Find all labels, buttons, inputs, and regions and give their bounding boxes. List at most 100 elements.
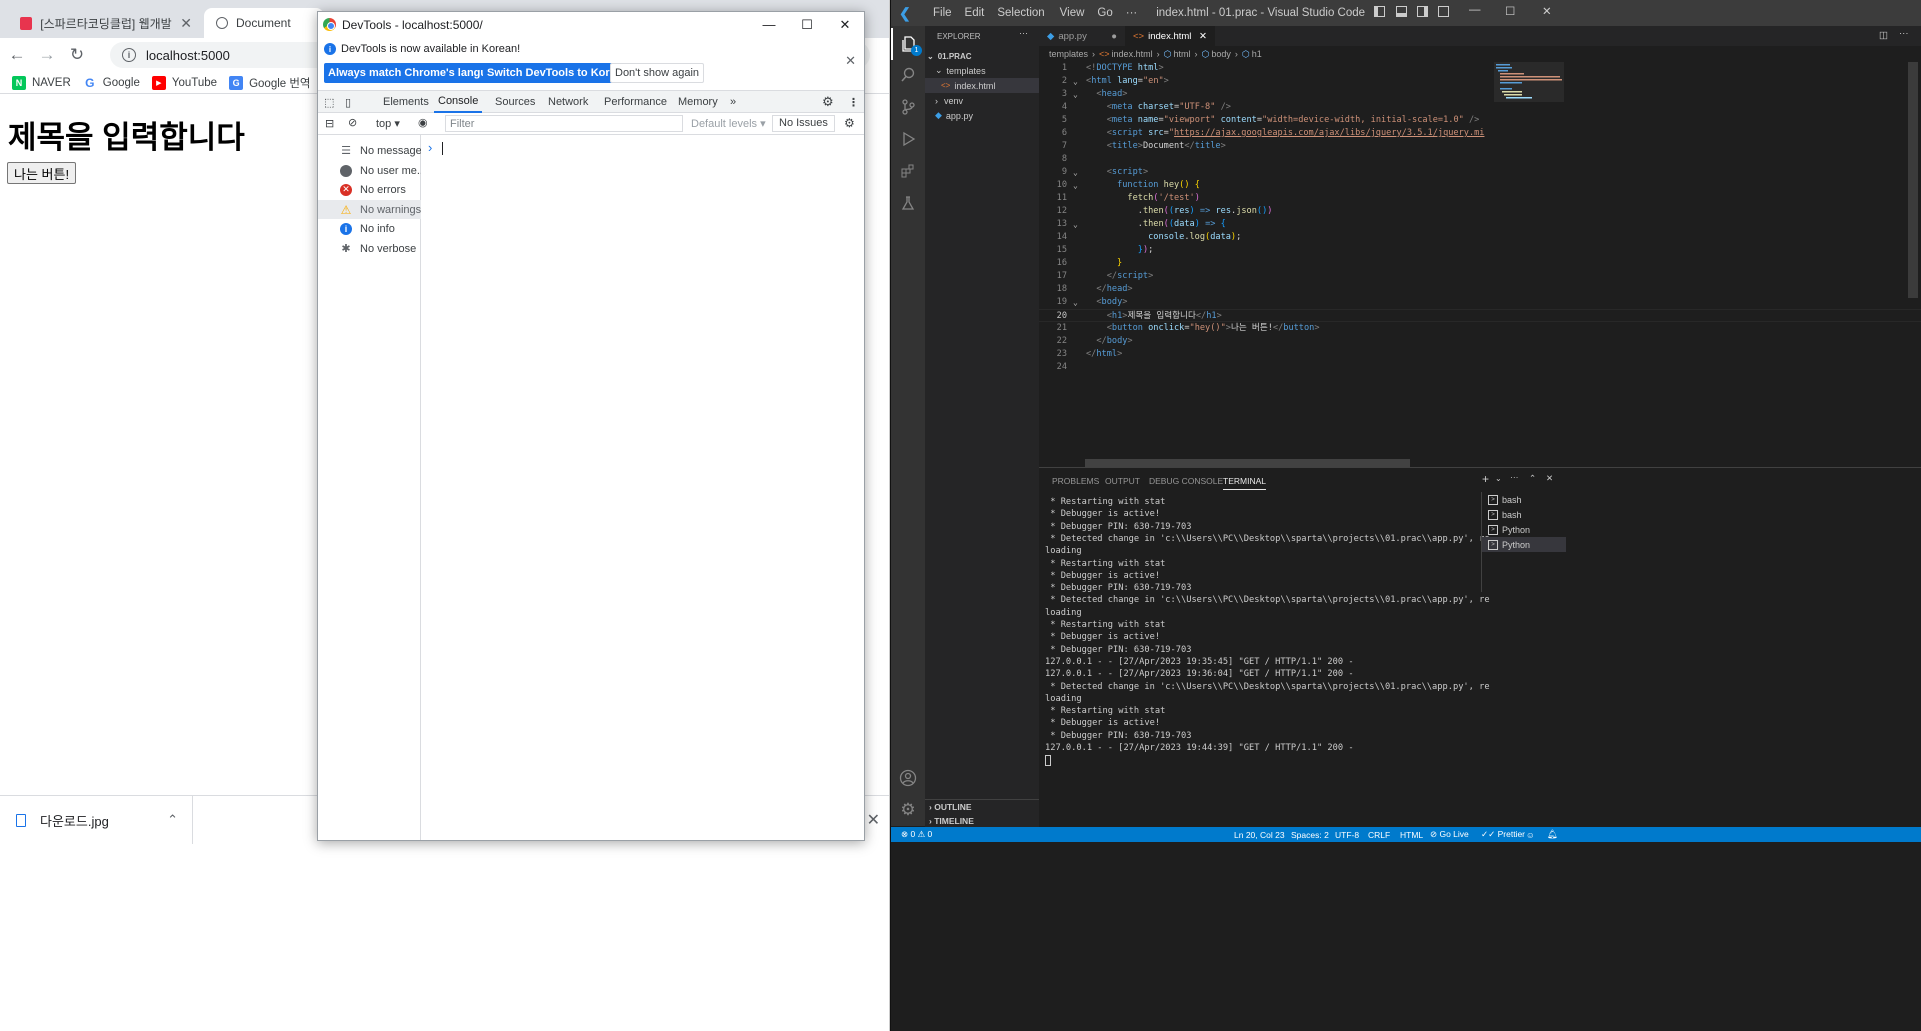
infobar-close-icon[interactable]: ✕ bbox=[845, 53, 856, 69]
toggle-secondary-sidebar-icon[interactable] bbox=[1417, 6, 1428, 17]
tab-close-icon[interactable]: ✕ bbox=[1199, 31, 1207, 42]
explorer-item-templates[interactable]: ⌄ templates bbox=[925, 63, 1039, 78]
explorer-item-venv[interactable]: › venv bbox=[925, 93, 1039, 108]
breadcrumb-item[interactable]: body bbox=[1211, 49, 1231, 59]
live-expression-eye-icon[interactable]: ◉ bbox=[418, 116, 428, 129]
terminal-item-bash[interactable]: > bash bbox=[1482, 492, 1566, 507]
console-settings-gear-icon[interactable]: ⚙ bbox=[844, 116, 855, 130]
close-window-icon[interactable]: ✕ bbox=[1542, 4, 1552, 18]
sidebar-item-verbose[interactable]: ✱ No verbose bbox=[318, 239, 421, 258]
device-toolbar-icon[interactable]: ▯ bbox=[345, 91, 351, 113]
tab-close-icon[interactable]: ✕ bbox=[172, 15, 192, 32]
breadcrumb-item[interactable]: h1 bbox=[1252, 49, 1262, 59]
clear-console-icon[interactable]: ⊘ bbox=[348, 116, 357, 129]
context-selector[interactable]: top ▾ bbox=[376, 117, 400, 130]
tab-memory[interactable]: Memory bbox=[678, 91, 718, 113]
more-tabs-icon[interactable]: » bbox=[730, 91, 736, 113]
minimize-icon[interactable]: — bbox=[750, 12, 788, 37]
tab-sources[interactable]: Sources bbox=[495, 91, 535, 113]
editor-tab-app-py[interactable]: ◆ app.py ● bbox=[1039, 26, 1125, 46]
explorer-root-folder[interactable]: ⌄ 01.PRAC bbox=[925, 49, 1039, 64]
sidebar-item-warnings[interactable]: ⚠ No warnings bbox=[318, 200, 421, 219]
reload-icon[interactable]: ↻ bbox=[64, 42, 90, 68]
manage-gear-icon[interactable]: ⚙ bbox=[891, 794, 925, 826]
customize-layout-icon[interactable] bbox=[1438, 6, 1449, 17]
console-output[interactable]: › bbox=[422, 135, 864, 840]
status-go-live[interactable]: ⊘ Go Live bbox=[1430, 827, 1469, 842]
sidebar-toggle-icon[interactable]: ⊟ bbox=[325, 117, 334, 130]
close-panel-icon[interactable]: ✕ bbox=[1546, 473, 1553, 484]
outline-header[interactable]: › OUTLINE bbox=[929, 802, 972, 812]
editor-more-icon[interactable]: ··· bbox=[1899, 28, 1909, 39]
editor-vertical-scrollbar[interactable] bbox=[1908, 62, 1918, 298]
testing-flask-icon[interactable] bbox=[891, 187, 925, 219]
search-icon[interactable] bbox=[891, 59, 925, 91]
site-info-icon[interactable]: i bbox=[122, 48, 136, 62]
log-levels-dropdown[interactable]: Default levels ▾ bbox=[691, 117, 766, 130]
status-encoding[interactable]: UTF-8 bbox=[1335, 827, 1359, 842]
panel-tab-debug-console[interactable]: DEBUG CONSOLE bbox=[1149, 476, 1223, 486]
tab-elements[interactable]: Elements bbox=[383, 91, 429, 113]
forward-arrow-icon[interactable]: → bbox=[34, 42, 60, 68]
new-terminal-plus-icon[interactable]: + bbox=[1482, 472, 1489, 486]
source-control-icon[interactable] bbox=[891, 91, 925, 123]
chrome-tab-sparta[interactable]: [스파르타코딩클럽] 웹개발 종합 ✕ bbox=[8, 8, 204, 38]
menu-selection[interactable]: Selection bbox=[997, 7, 1044, 19]
run-debug-icon[interactable] bbox=[891, 123, 925, 155]
panel-tab-terminal[interactable]: TERMINAL bbox=[1223, 476, 1266, 490]
explorer-item-app-py[interactable]: ◆ app.py bbox=[925, 108, 1039, 123]
terminal-item-python[interactable]: > Python bbox=[1482, 522, 1566, 537]
issues-button[interactable]: No Issues bbox=[772, 115, 835, 132]
editor-tab-index-html[interactable]: <> index.html ✕ bbox=[1125, 26, 1215, 46]
timeline-header[interactable]: › TIMELINE bbox=[929, 816, 974, 826]
settings-gear-icon[interactable]: ⚙ bbox=[822, 91, 834, 113]
explorer-item-index-html[interactable]: <> index.html bbox=[925, 78, 1039, 93]
more-options-icon[interactable]: ⋮ bbox=[848, 91, 859, 113]
notifications-bell-icon[interactable]: 🔔︎ bbox=[1547, 827, 1558, 842]
status-problems[interactable]: ⊗ 0 ⚠ 0 bbox=[901, 827, 932, 842]
chrome-tab-document[interactable]: Document bbox=[204, 8, 324, 38]
terminal-output[interactable]: * Restarting with stat * Debugger is act… bbox=[1045, 496, 1490, 816]
maximize-icon[interactable]: ☐ bbox=[1505, 4, 1515, 18]
explorer-files-icon[interactable]: 1 bbox=[891, 28, 925, 60]
feedback-icon[interactable]: ☺ bbox=[1526, 827, 1535, 842]
menu-more[interactable]: ··· bbox=[1126, 7, 1138, 19]
sidebar-item-user-messages[interactable]: No user me... bbox=[318, 161, 421, 180]
status-eol[interactable]: CRLF bbox=[1368, 827, 1390, 842]
minimize-icon[interactable]: — bbox=[1469, 4, 1481, 16]
breadcrumb-item[interactable]: html bbox=[1173, 49, 1190, 59]
close-downloads-icon[interactable]: ✕ bbox=[867, 810, 880, 830]
panel-tab-problems[interactable]: PROBLEMS bbox=[1052, 476, 1099, 486]
sidebar-item-messages[interactable]: ☰ No messages bbox=[318, 141, 421, 160]
editor-horizontal-scrollbar[interactable] bbox=[1085, 459, 1410, 467]
panel-tab-output[interactable]: OUTPUT bbox=[1105, 476, 1140, 486]
code-editor[interactable]: 1 <!DOCTYPE html> 2 ⌄ <html lang="en"> 3 ⌄ <… bbox=[1039, 62, 1921, 462]
download-item[interactable]: 다운로드.jpg ⌃ bbox=[0, 796, 193, 844]
chevron-up-icon[interactable]: ⌃ bbox=[167, 812, 178, 828]
minimap[interactable] bbox=[1494, 62, 1564, 122]
menu-file[interactable]: File bbox=[933, 7, 952, 19]
explorer-more-icon[interactable]: ··· bbox=[1019, 28, 1028, 38]
bookmark-google-translate[interactable]: G Google 번역 bbox=[229, 75, 311, 91]
breadcrumb-item[interactable]: index.html bbox=[1112, 49, 1153, 59]
back-arrow-icon[interactable]: ← bbox=[4, 42, 30, 68]
toggle-panel-icon[interactable] bbox=[1396, 6, 1407, 17]
console-filter-input[interactable]: Filter bbox=[445, 115, 683, 132]
status-prettier[interactable]: ✓✓ Prettier bbox=[1481, 827, 1525, 842]
maximize-icon[interactable]: ☐ bbox=[788, 12, 826, 37]
dont-show-again-button[interactable]: Don't show again bbox=[610, 63, 705, 83]
page-button[interactable]: 나는 버튼! bbox=[7, 162, 77, 184]
maximize-panel-icon[interactable]: ⌃ bbox=[1529, 473, 1536, 484]
tab-console[interactable]: Console bbox=[434, 91, 483, 113]
terminal-item-bash[interactable]: > bash bbox=[1482, 507, 1566, 522]
tab-performance[interactable]: Performance bbox=[604, 91, 667, 113]
menu-go[interactable]: Go bbox=[1097, 7, 1112, 19]
sidebar-item-info[interactable]: i No info bbox=[318, 219, 421, 238]
status-cursor-position[interactable]: Ln 20, Col 23 bbox=[1234, 827, 1285, 842]
sidebar-item-errors[interactable]: ✕ No errors bbox=[318, 180, 421, 199]
status-language[interactable]: HTML bbox=[1400, 827, 1423, 842]
unsaved-dot-icon[interactable]: ● bbox=[1111, 31, 1117, 42]
terminal-dropdown-icon[interactable]: ⌄ bbox=[1495, 474, 1502, 483]
bookmark-google[interactable]: G Google bbox=[82, 75, 140, 90]
tab-network[interactable]: Network bbox=[548, 91, 588, 113]
